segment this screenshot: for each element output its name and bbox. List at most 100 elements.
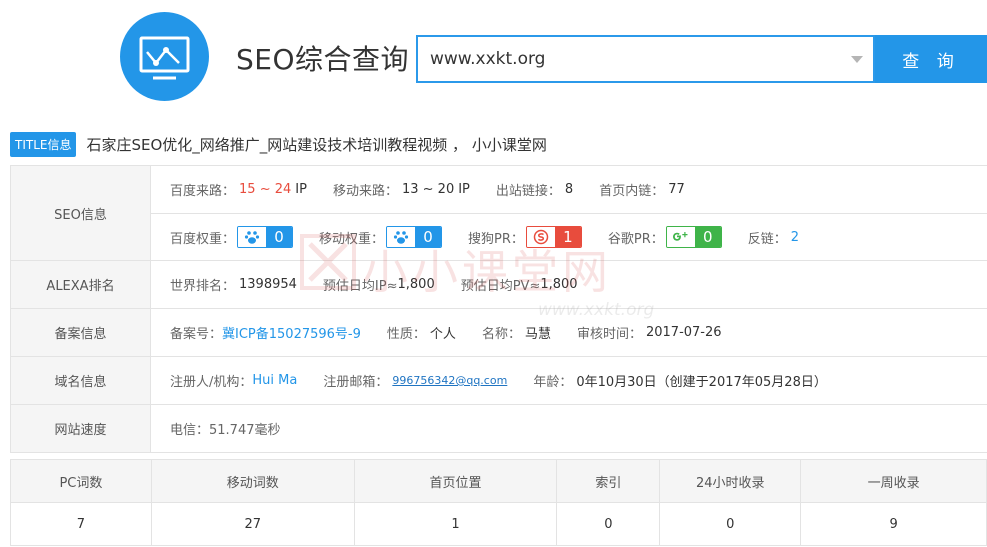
indexed-24h-value[interactable]: 0 [659,502,802,546]
stats-header: 移动词数 [150,459,355,503]
outbound-links: 出站链接： 8 [496,180,573,199]
title-badge: TITLE信息 [10,131,77,157]
domain-age: 年龄： 0年10月30日（创建于2017年05月28日） [533,371,827,390]
icp-name-label: 名称： [481,327,521,342]
speed-body: 电信：51.747毫秒 [151,405,987,452]
google-pr-value: 0 [694,227,721,247]
indexed-week-value[interactable]: 9 [800,502,987,546]
baidu-weight-badge[interactable]: 0 [237,226,294,248]
email-link[interactable]: 996756342@qq.com [392,374,507,387]
mobile-keywords-value[interactable]: 27 [150,502,355,546]
index-value[interactable]: 0 [556,502,661,546]
alexa-body: 世界排名： 1398954 预估日均IP≈ 1,800 预估日均PV≈ 1,80… [151,261,987,308]
stats-header: 索引 [556,459,661,503]
baidu-paw-icon [238,227,267,247]
mobile-traffic-label: 移动来路： [332,184,398,199]
seo-line-weights: 百度权重： 0 移动权重： 0 搜狗PR： 1 谷歌PR： 0 反链： 2 [151,213,987,260]
google-pr: 谷歌PR： 0 [608,226,722,248]
daily-ip-value: 1,800 [397,277,435,292]
registrant-email: 注册邮箱： 996756342@qq.com [323,371,507,390]
daily-ip-label: 预估日均IP≈ [322,279,398,294]
stats-value-row: 7 27 1 0 0 9 [10,502,987,546]
google-pr-badge[interactable]: 0 [665,226,722,248]
baidu-weight-label: 百度权重： [170,231,236,247]
speed-label: 网站速度 [10,405,151,452]
icp-nature-value: 个人 [429,327,456,342]
mobile-traffic-value: 13 ~ 20 [401,182,455,197]
search-input[interactable] [418,37,838,81]
icp-label: 备案信息 [10,309,151,356]
daily-ip: 预估日均IP≈ 1,800 [323,275,435,294]
internal-links-label: 首页内链： [599,184,665,199]
seo-body: 百度来路： 15 ~ 24 IP 移动来路： 13 ~ 20 IP 出站链接： … [151,166,987,260]
alexa-label: ALEXA排名 [10,261,151,308]
baidu-traffic-unit: IP [295,182,307,197]
logo [120,12,209,101]
daily-pv: 预估日均PV≈ 1,800 [461,275,578,294]
registrant: 注册人/机构： Hui Ma [170,371,297,390]
mobile-weight-label: 移动权重： [319,231,385,247]
baidu-traffic-label: 百度来路： [170,184,236,199]
age-label: 年龄： [533,375,573,390]
google-pr-label: 谷歌PR： [607,231,664,247]
sogou-pr: 搜狗PR： 1 [468,226,582,248]
backlinks: 反链： 2 [748,228,799,247]
baidu-weight-value: 0 [266,227,293,247]
registrant-link[interactable]: Hui Ma [252,373,297,388]
icp-audit-label: 审核时间： [576,327,642,342]
daily-pv-label: 预估日均PV≈ [460,279,541,294]
icp-number-label: 备案号： [170,327,223,342]
header: SEO综合查询 查 询 [0,0,987,110]
seo-row: SEO信息 百度来路： 15 ~ 24 IP 移动来路： 13 ~ 20 IP … [10,166,987,261]
monitor-chart-icon [139,36,190,80]
baidu-traffic-value[interactable]: 15 ~ 24 [239,182,291,197]
registrant-label: 注册人/机构： [170,375,253,390]
stats-table: PC词数 移动词数 首页位置 索引 24小时收录 一周收录 7 27 1 0 0… [10,459,987,546]
email-label: 注册邮箱： [323,375,389,390]
sogou-pr-label: 搜狗PR： [468,231,524,247]
google-plus-icon [666,227,695,247]
stats-header: 一周收录 [800,459,987,503]
search-button[interactable]: 查 询 [875,35,987,83]
stats-header-row: PC词数 移动词数 首页位置 索引 24小时收录 一周收录 [10,459,987,503]
mobile-traffic: 移动来路： 13 ~ 20 IP [333,180,470,199]
baidu-weight: 百度权重： 0 [170,226,294,248]
backlinks-value[interactable]: 2 [791,230,799,245]
domain-label: 域名信息 [10,357,151,404]
icp-nature-label: 性质： [386,327,426,342]
stats-header: PC词数 [10,459,152,503]
mobile-weight-badge[interactable]: 0 [386,226,443,248]
internal-links-value[interactable]: 77 [668,182,685,197]
icp-name-value: 马慧 [524,327,551,342]
mobile-weight-value: 0 [415,227,442,247]
domain-line: 注册人/机构： Hui Ma 注册邮箱： 996756342@qq.com 年龄… [151,357,987,404]
chevron-down-icon[interactable] [851,56,863,63]
icp-nature: 性质： 个人 [387,323,456,342]
outbound-links-value[interactable]: 8 [565,182,573,197]
sogou-pr-badge[interactable]: 1 [525,226,582,248]
internal-links: 首页内链： 77 [599,180,685,199]
icp-row: 备案信息 备案号： 冀ICP备15027596号-9 性质： 个人 名称： 马慧… [10,309,987,357]
info-table: SEO信息 百度来路： 15 ~ 24 IP 移动来路： 13 ~ 20 IP … [10,165,987,453]
icp-number: 备案号： 冀ICP备15027596号-9 [170,323,361,342]
mobile-traffic-unit: IP [458,182,470,197]
mobile-weight: 移动权重： 0 [319,226,443,248]
alexa-line: 世界排名： 1398954 预估日均IP≈ 1,800 预估日均PV≈ 1,80… [151,261,987,308]
title-info-row: TITLE信息 石家庄SEO优化_网络推广_网站建设技术培训教程视频 ， 小小课… [10,131,547,157]
world-rank: 世界排名： 1398954 [170,275,297,294]
icp-body: 备案号： 冀ICP备15027596号-9 性质： 个人 名称： 马慧 审核时间… [151,309,987,356]
stats-header: 首页位置 [353,459,558,503]
search-box[interactable] [416,35,875,83]
icp-audit-value: 2017-07-26 [645,325,722,340]
icp-number-link[interactable]: 冀ICP备15027596号-9 [222,323,361,342]
sogou-icon [526,227,555,247]
alexa-row: ALEXA排名 世界排名： 1398954 预估日均IP≈ 1,800 预估日均… [10,261,987,309]
pc-keywords-value[interactable]: 7 [10,502,152,546]
app-title: SEO综合查询 [236,43,410,76]
world-rank-value: 1398954 [239,277,297,292]
backlinks-label: 反链： [747,231,787,247]
sogou-pr-value: 1 [554,227,581,247]
seo-line-traffic: 百度来路： 15 ~ 24 IP 移动来路： 13 ~ 20 IP 出站链接： … [151,166,987,213]
baidu-mobile-paw-icon [387,227,416,247]
speed-row: 网站速度 电信：51.747毫秒 [10,405,987,453]
